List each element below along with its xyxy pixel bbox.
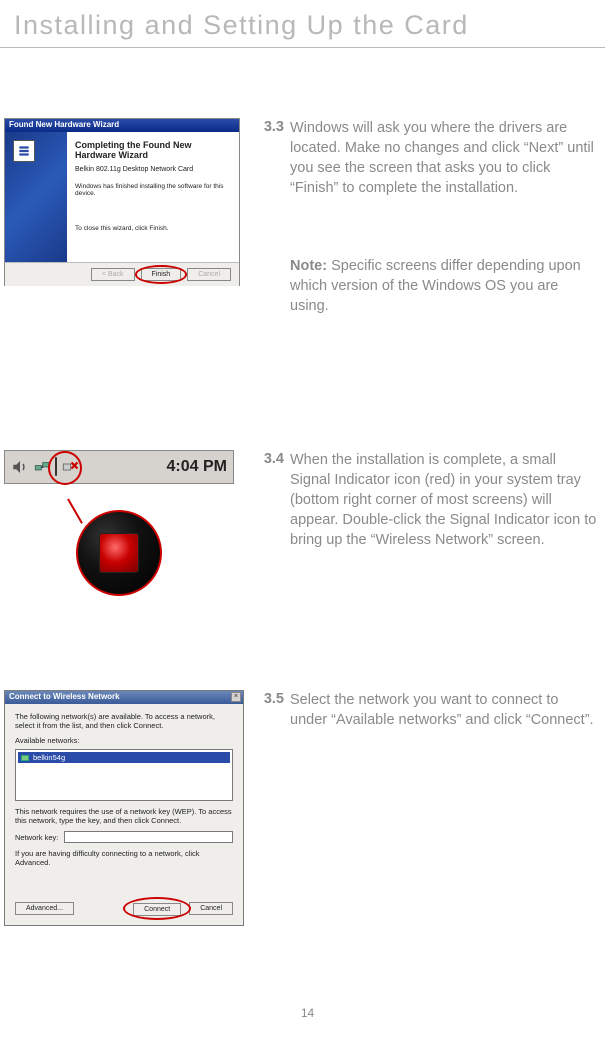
wizard-dialog: Found New Hardware Wizard Completing the…	[4, 118, 240, 286]
note-block: Note: Specific screens differ depending …	[290, 256, 597, 316]
connect-button[interactable]: Connect	[133, 903, 181, 916]
step-number-3-5: 3.5	[264, 691, 284, 707]
wizard-heading: Completing the Found New Hardware Wizard	[75, 140, 231, 160]
tray-highlight-ring	[48, 451, 82, 485]
tray-clock: 4:04 PM	[167, 458, 227, 476]
callout-line	[67, 499, 83, 524]
available-networks-list[interactable]: belkin54g	[15, 749, 233, 801]
tray-figure: 4:04 PM	[4, 450, 234, 600]
connect-titlebar: Connect to Wireless Network	[5, 691, 243, 704]
close-icon[interactable]: ×	[231, 692, 241, 702]
step-number-3-4: 3.4	[264, 451, 284, 467]
volume-icon[interactable]	[11, 458, 29, 476]
network-name: belkin54g	[33, 753, 65, 762]
back-button[interactable]: < Back	[91, 268, 135, 281]
page-title: Installing and Setting Up the Card	[0, 0, 615, 47]
signal-indicator-tray[interactable]	[55, 458, 57, 476]
cancel-button[interactable]: Cancel	[187, 268, 231, 281]
title-rule	[0, 47, 605, 48]
note-label: Note:	[290, 258, 327, 274]
connect-desc: The following network(s) are available. …	[15, 712, 233, 730]
step-text-3-4: When the installation is complete, a sma…	[290, 450, 597, 550]
page-number: 14	[0, 1006, 615, 1020]
network-signal-icon	[21, 755, 29, 761]
system-tray: 4:04 PM	[4, 450, 234, 484]
step-text-3-5: Select the network you want to connect t…	[290, 690, 597, 730]
wizard-footer: < Back Finish Cancel	[5, 262, 239, 286]
available-networks-label: Available networks:	[15, 736, 233, 745]
wizard-side-graphic	[5, 132, 67, 262]
network-key-label: Network key:	[15, 833, 58, 842]
difficulty-note: If you are having difficulty connecting …	[15, 849, 233, 867]
wizard-close-line: To close this wizard, click Finish.	[75, 225, 231, 232]
signal-indicator-zoom	[76, 510, 162, 596]
wizard-subtitle: Belkin 802.11g Desktop Network Card	[75, 166, 231, 173]
advanced-button[interactable]: Advanced...	[15, 902, 74, 915]
wizard-line: Windows has finished installing the soft…	[75, 183, 231, 197]
cancel-button[interactable]: Cancel	[189, 902, 233, 915]
section-3-5: Connect to Wireless Network × The follow…	[0, 690, 597, 926]
section-3-4: 4:04 PM 3.4 When the installation is com…	[0, 450, 597, 600]
finish-button[interactable]: Finish	[141, 268, 182, 281]
signal-indicator-zoom-icon	[99, 533, 139, 573]
wep-note: This network requires the use of a netwo…	[15, 807, 233, 825]
step-number-3-3: 3.3	[264, 119, 284, 135]
connect-dialog: Connect to Wireless Network × The follow…	[4, 690, 244, 926]
network-key-input[interactable]	[64, 831, 233, 843]
note-text: Specific screens differ depending upon w…	[290, 258, 581, 314]
wizard-titlebar: Found New Hardware Wizard	[5, 119, 239, 132]
hardware-icon	[13, 140, 35, 162]
section-3-3: Found New Hardware Wizard Completing the…	[0, 118, 597, 316]
list-item[interactable]: belkin54g	[18, 752, 230, 763]
step-text-3-3: Windows will ask you where the drivers a…	[290, 118, 597, 198]
